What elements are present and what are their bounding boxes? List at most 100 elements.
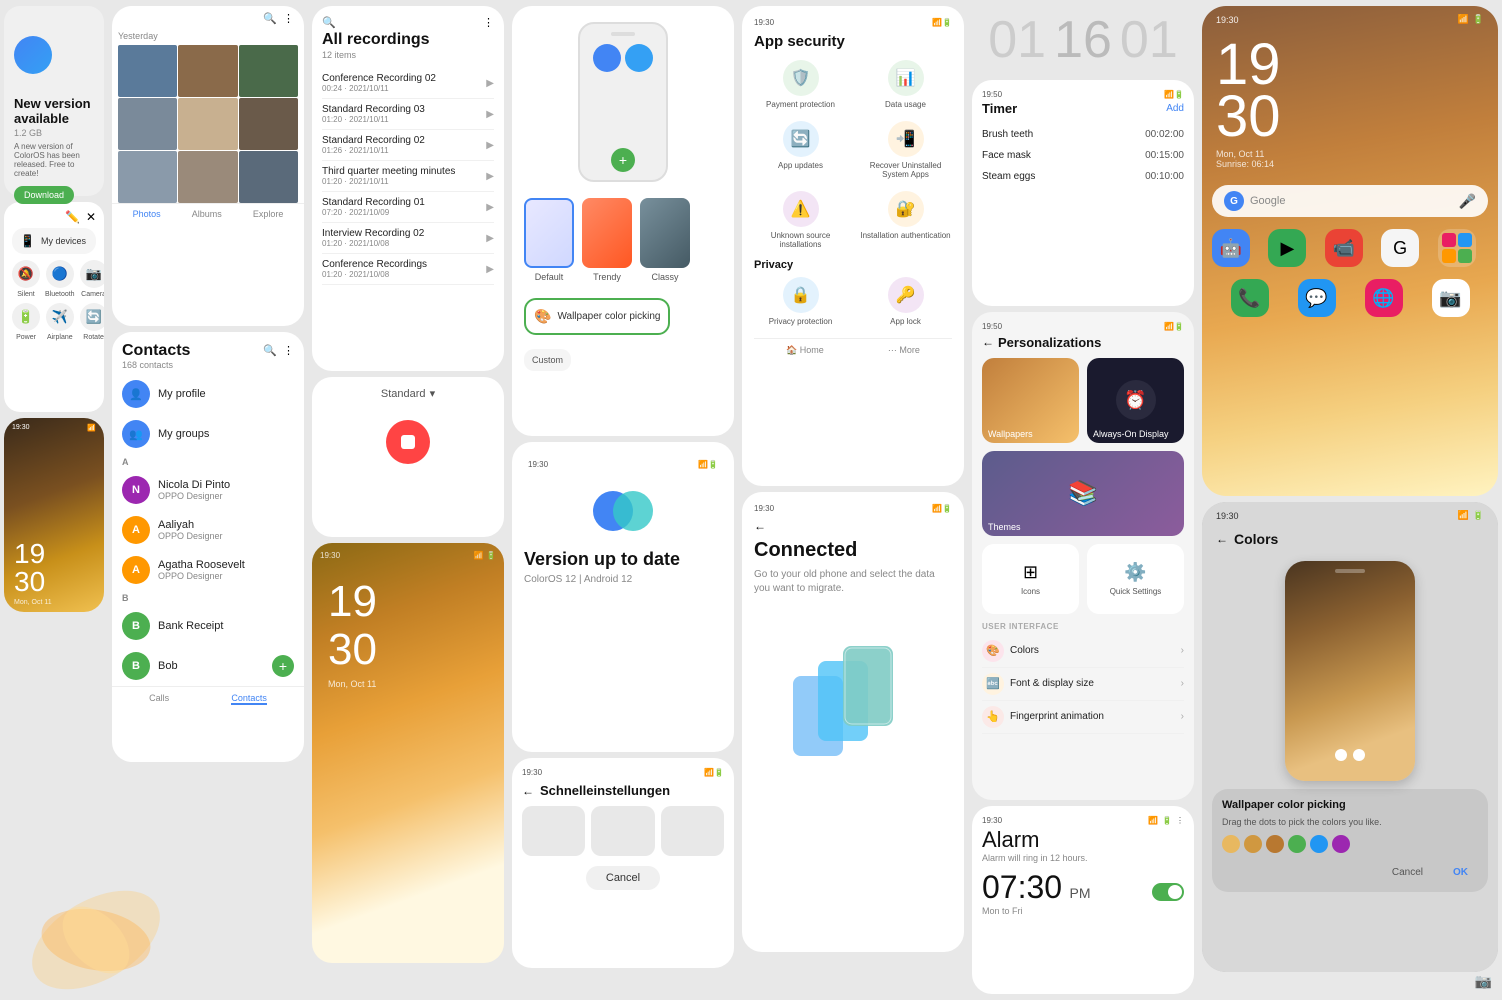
add-wallpaper-icon[interactable]: + xyxy=(611,148,635,172)
colors-cancel-button[interactable]: Cancel xyxy=(1382,863,1433,882)
contacts-tab[interactable]: Contacts xyxy=(231,693,267,705)
font-ui-row[interactable]: 🔤 Font & display size › xyxy=(982,668,1184,701)
unknown-source-item[interactable]: ⚠️ Unknown source installations xyxy=(754,191,847,249)
trendy-option[interactable]: Trendy xyxy=(582,198,632,282)
recorder-dropdown-icon[interactable]: ▾ xyxy=(430,387,436,400)
recording-1[interactable]: Conference Recording 02 00:24 · 2021/10/… xyxy=(322,68,494,99)
close-qs-icon[interactable]: ✕ xyxy=(86,210,96,224)
schnell-back-icon[interactable]: ← xyxy=(522,784,534,798)
swatch-3[interactable] xyxy=(1266,835,1284,853)
app-google[interactable]: G xyxy=(1381,229,1419,267)
phone-dock-icon[interactable]: 📞 xyxy=(1231,279,1269,317)
my-devices-label[interactable]: My devices xyxy=(41,236,86,246)
colors-back-icon[interactable]: ← xyxy=(1216,532,1228,546)
schnell-tile-3[interactable] xyxy=(661,806,724,856)
play-icon-2[interactable]: ▶ xyxy=(486,109,494,120)
download-button[interactable]: Download xyxy=(14,186,74,204)
contacts-search-icon[interactable]: 🔍 xyxy=(263,344,277,357)
color-picker-dot-2[interactable] xyxy=(1353,749,1365,761)
wallpapers-pers-item[interactable]: Wallpapers xyxy=(982,358,1079,443)
contacts-more-icon[interactable]: ⋮ xyxy=(283,344,294,357)
play-icon-3[interactable]: ▶ xyxy=(486,140,494,151)
bluetooth-tile[interactable]: 🔵 Bluetooth xyxy=(45,260,75,298)
payment-protection-item[interactable]: 🛡️ Payment protection xyxy=(754,60,847,109)
app-updates-item[interactable]: 🔄 App updates xyxy=(754,121,847,179)
play-icon-6[interactable]: ▶ xyxy=(486,233,494,244)
installation-auth-item[interactable]: 🔐 Installation authentication xyxy=(859,191,952,249)
swatch-1[interactable] xyxy=(1222,835,1240,853)
swatch-4[interactable] xyxy=(1288,835,1306,853)
power-saving-tile[interactable]: 🔋 Power xyxy=(12,303,40,341)
recording-6[interactable]: Interview Recording 02 01:20 · 2021/10/0… xyxy=(322,223,494,254)
edit-icon[interactable]: ✏️ xyxy=(65,210,80,224)
explore-tab[interactable]: Explore xyxy=(253,209,284,219)
photos-tab[interactable]: Photos xyxy=(133,209,161,219)
photos-more-icon[interactable]: ⋮ xyxy=(283,12,294,25)
more-nav-item[interactable]: ⋯ More xyxy=(888,345,920,356)
agatha-item[interactable]: A Agatha Roosevelt OPPO Designer xyxy=(112,550,304,590)
fingerprint-ui-row[interactable]: 👆 Fingerprint animation › xyxy=(982,701,1184,734)
color-picker-dot-1[interactable] xyxy=(1335,749,1347,761)
play-icon-7[interactable]: ▶ xyxy=(486,264,494,275)
classy-option[interactable]: Classy xyxy=(640,198,690,282)
themes-pers-item[interactable]: 📚 Themes xyxy=(982,451,1184,536)
alarm-more-icon[interactable]: ⋮ xyxy=(1176,816,1184,825)
bob-item[interactable]: B Bob + xyxy=(112,646,304,686)
pers-back-icon[interactable]: ← xyxy=(982,335,994,349)
recording-5[interactable]: Standard Recording 01 07:20 · 2021/10/09… xyxy=(322,192,494,223)
timer-face[interactable]: Face mask 00:15:00 xyxy=(982,145,1184,166)
google-search-bar[interactable]: G Google 🎤 xyxy=(1212,185,1488,217)
timer-add-button[interactable]: Add xyxy=(1166,103,1184,114)
aod-pers-item[interactable]: ⏰ Always-On Display xyxy=(1087,358,1184,443)
play-icon-5[interactable]: ▶ xyxy=(486,202,494,213)
app-folder[interactable] xyxy=(1438,229,1476,267)
play-icon-4[interactable]: ▶ xyxy=(486,171,494,182)
colors-ui-row[interactable]: 🎨 Colors › xyxy=(982,635,1184,668)
schnell-tile-1[interactable] xyxy=(522,806,585,856)
timer-steam[interactable]: Steam eggs 00:10:00 xyxy=(982,166,1184,187)
data-usage-item[interactable]: 📊 Data usage xyxy=(859,60,952,109)
alarm-toggle[interactable] xyxy=(1152,883,1184,901)
chrome-dock-icon[interactable]: 🌐 xyxy=(1365,279,1403,317)
rotate-tile[interactable]: 🔄 Rotate xyxy=(80,303,104,341)
custom-option[interactable]: Custom xyxy=(524,349,571,371)
bank-item[interactable]: B Bank Receipt xyxy=(112,606,304,646)
messages-dock-icon[interactable]: 💬 xyxy=(1298,279,1336,317)
rec-more-icon[interactable]: ⋮ xyxy=(483,16,494,29)
photos-search-icon[interactable]: 🔍 xyxy=(263,12,277,25)
camera-tile[interactable]: 📷 Camera xyxy=(80,260,104,298)
recording-4[interactable]: Third quarter meeting minutes 01:20 · 20… xyxy=(322,161,494,192)
privacy-protection-item[interactable]: 🔒 Privacy protection xyxy=(754,277,847,326)
connected-back-icon[interactable]: ← xyxy=(754,519,766,533)
recording-7[interactable]: Conference Recordings 01:20 · 2021/10/08… xyxy=(322,254,494,285)
colors-ok-button[interactable]: OK xyxy=(1443,863,1478,882)
my-groups-item[interactable]: 👥 My groups xyxy=(112,414,304,454)
play-icon-1[interactable]: ▶ xyxy=(486,78,494,89)
app-assistant[interactable]: 🤖 xyxy=(1212,229,1250,267)
add-contact-button[interactable]: + xyxy=(272,655,294,677)
swatch-2[interactable] xyxy=(1244,835,1262,853)
home-nav-item[interactable]: 🏠 Home xyxy=(786,345,824,356)
my-profile-item[interactable]: 👤 My profile xyxy=(112,374,304,414)
quick-settings-pers-item[interactable]: ⚙️ Quick Settings xyxy=(1087,544,1184,614)
camera-dock-icon[interactable]: 📷 xyxy=(1432,279,1470,317)
app-lock-item[interactable]: 🔑 App lock xyxy=(859,277,952,326)
swatch-6[interactable] xyxy=(1332,835,1350,853)
silent-mode-tile[interactable]: 🔕 Silent xyxy=(12,260,40,298)
airplane-tile[interactable]: ✈️ Airplane xyxy=(45,303,75,341)
icons-pers-item[interactable]: ⊞ Icons xyxy=(982,544,1079,614)
aaliyah-item[interactable]: A Aaliyah OPPO Designer xyxy=(112,510,304,550)
google-mic-icon[interactable]: 🎤 xyxy=(1459,193,1476,210)
default-option[interactable]: Default xyxy=(524,198,574,282)
recording-2[interactable]: Standard Recording 03 01:20 · 2021/10/11… xyxy=(322,99,494,130)
timer-brush[interactable]: Brush teeth 00:02:00 xyxy=(982,124,1184,145)
recover-apps-item[interactable]: 📲 Recover Uninstalled System Apps xyxy=(859,121,952,179)
calls-tab[interactable]: Calls xyxy=(149,693,169,705)
schnell-tile-2[interactable] xyxy=(591,806,654,856)
rec-search-icon[interactable]: 🔍 xyxy=(322,16,336,29)
nicola-item[interactable]: N Nicola Di Pinto OPPO Designer xyxy=(112,470,304,510)
record-button[interactable] xyxy=(386,420,430,464)
app-duo[interactable]: 📹 xyxy=(1325,229,1363,267)
schnell-cancel-button[interactable]: Cancel xyxy=(586,866,660,890)
app-playstore[interactable]: ▶ xyxy=(1268,229,1306,267)
